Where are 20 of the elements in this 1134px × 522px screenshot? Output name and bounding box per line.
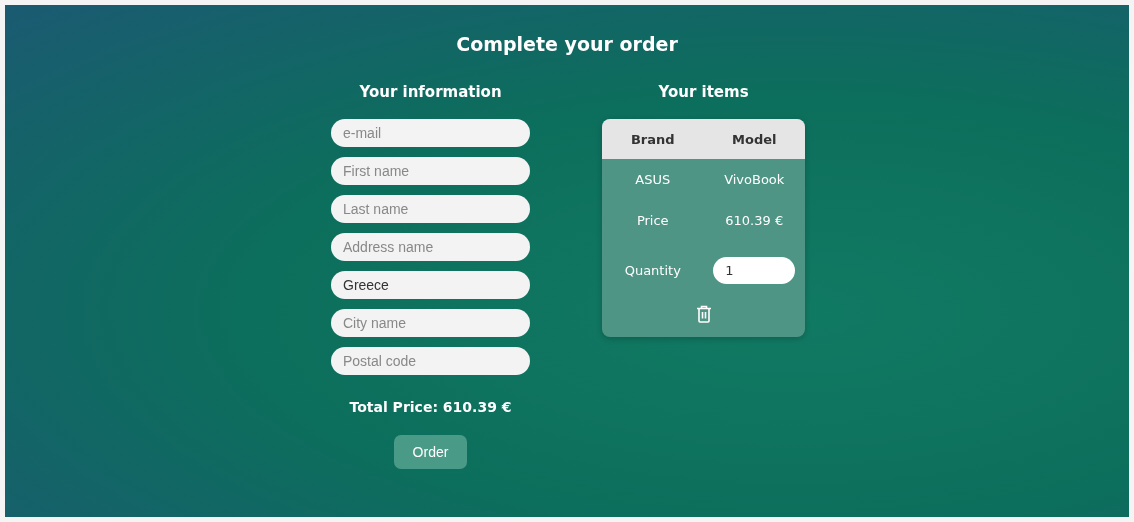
input-field[interactable]: Greece: [331, 271, 530, 299]
section-heading: Your information: [359, 83, 502, 101]
section-heading: Your items: [658, 83, 749, 101]
input-field[interactable]: e-mail: [331, 119, 530, 147]
quantity-label: Quantity: [623, 262, 682, 278]
table-cell-text: Price: [635, 213, 670, 228]
delete-icon[interactable]: [695, 305, 712, 323]
table-cell-text: 610.39 €: [724, 213, 785, 228]
input-field[interactable]: First name: [331, 157, 530, 185]
table-cell-text: VivoBook: [723, 172, 786, 187]
input-field[interactable]: Last name: [331, 195, 530, 223]
input-field[interactable]: Postal code: [331, 347, 530, 375]
input-field[interactable]: Address name: [331, 233, 530, 261]
page-title: Complete your order: [456, 33, 678, 55]
column-header: Model: [731, 131, 778, 147]
column-header: Brand: [629, 131, 676, 147]
quantity-field[interactable]: 1: [713, 256, 796, 284]
total-price: Total Price: 610.39 €: [349, 399, 512, 415]
table-cell-text: ASUS: [634, 172, 672, 187]
input-field[interactable]: City name: [331, 309, 530, 337]
